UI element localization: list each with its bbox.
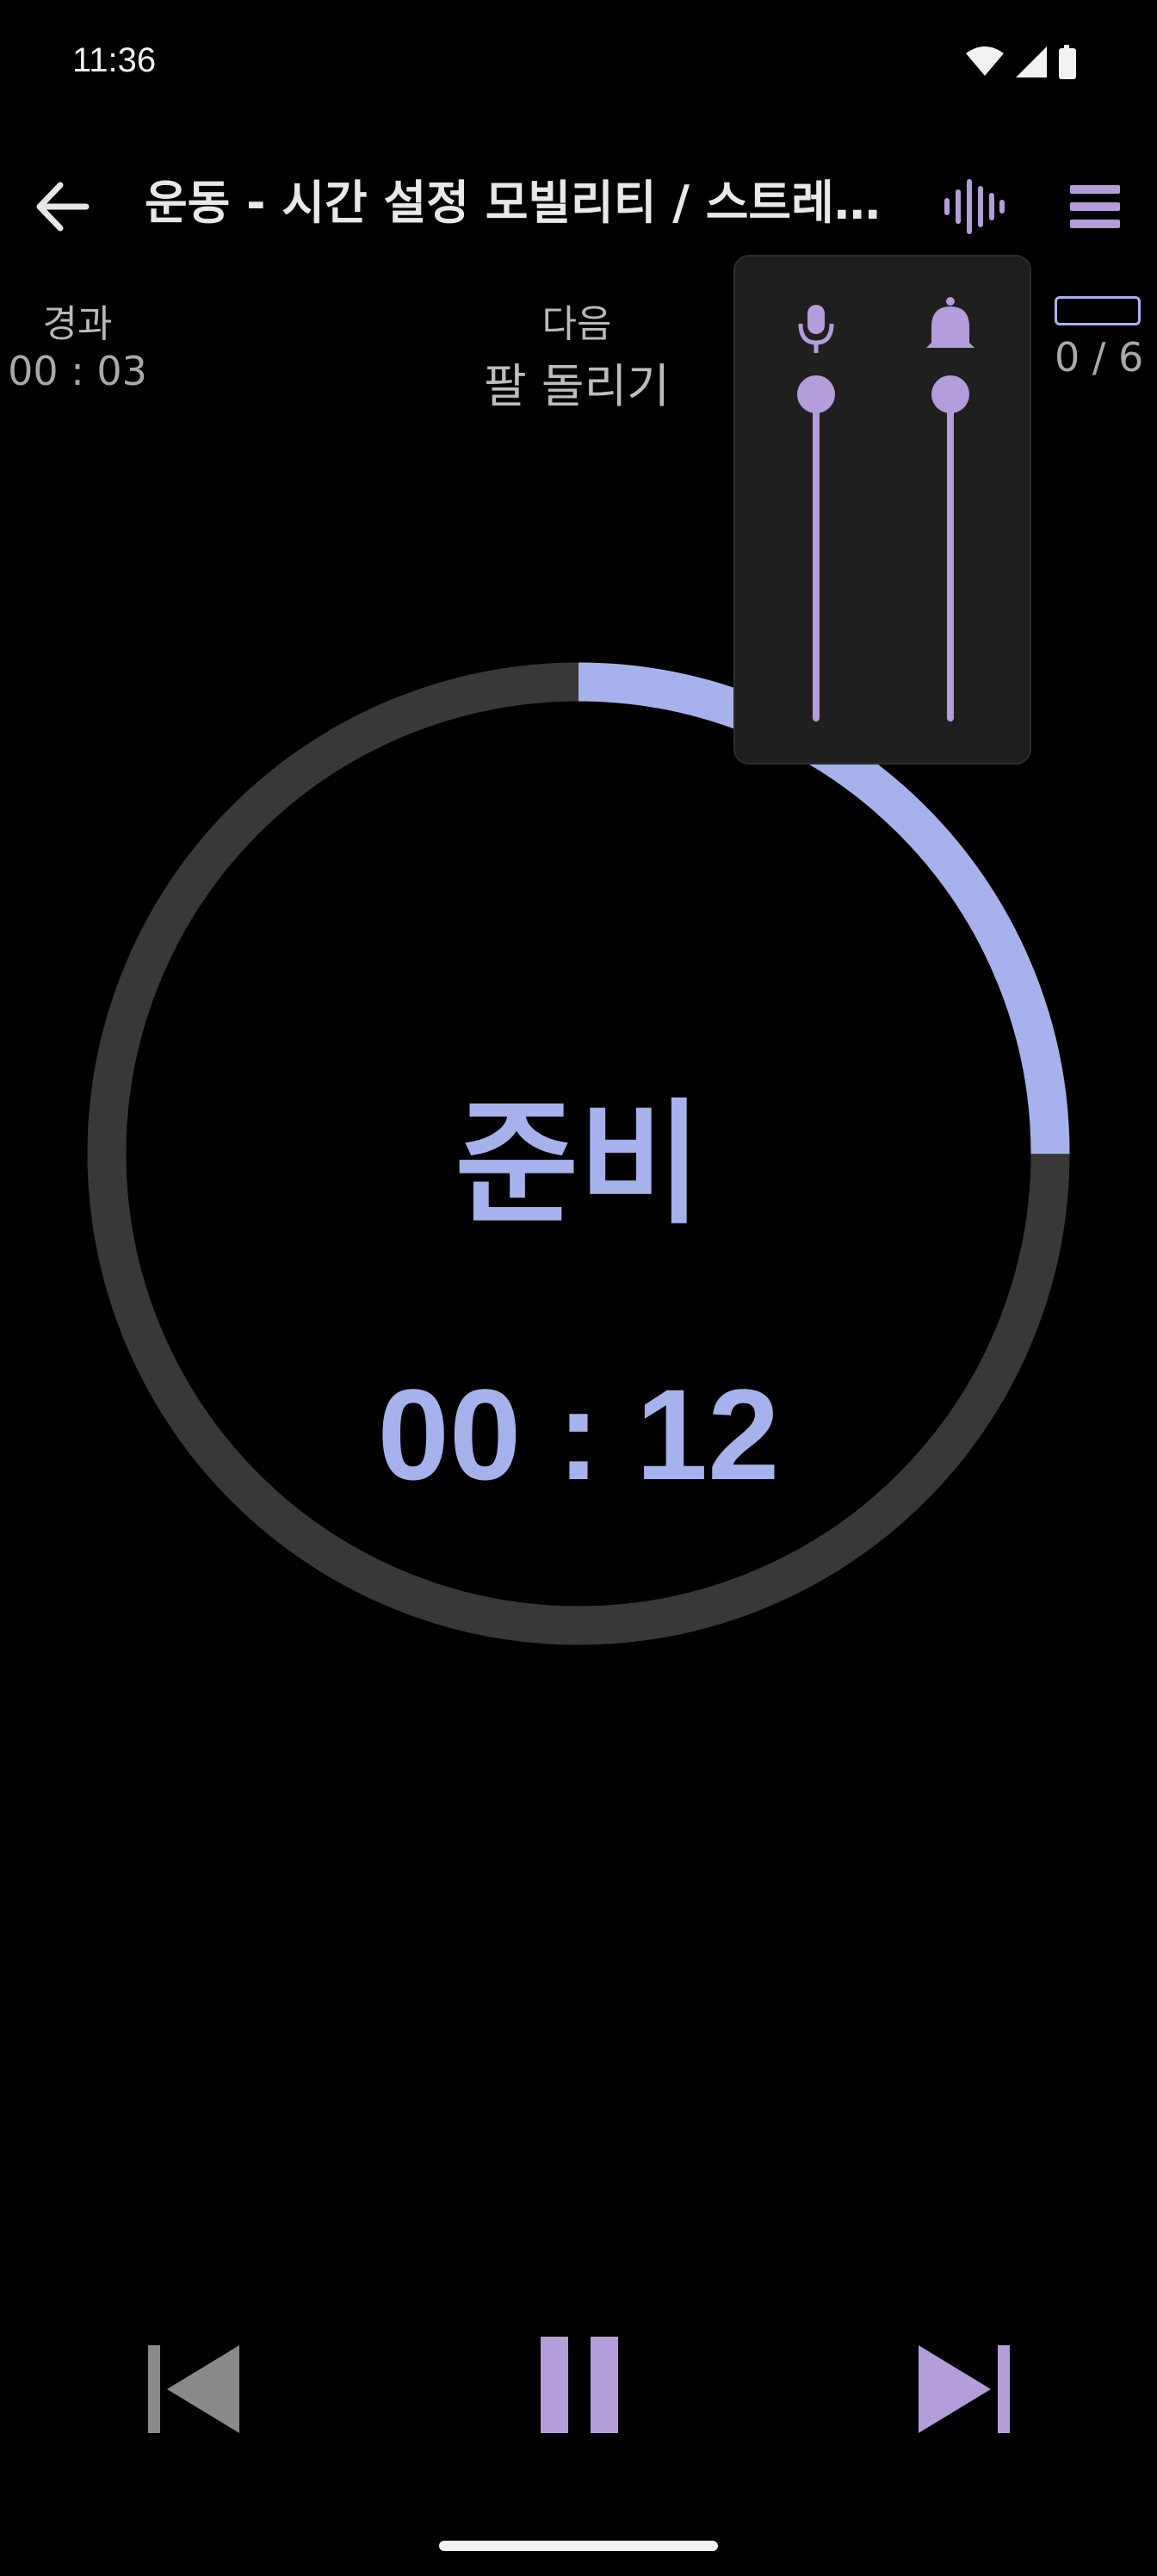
pause-button[interactable] [525, 2325, 633, 2445]
sound-settings-button[interactable] [934, 168, 1012, 245]
elapsed-value: 00 : 03 [8, 348, 147, 394]
voice-volume-slider[interactable] [797, 305, 835, 721]
home-indicator[interactable] [439, 2541, 718, 2551]
back-button[interactable] [26, 168, 103, 245]
pause-icon [541, 2337, 618, 2433]
next-exercise-name: 팔 돌리기 [484, 359, 670, 413]
status-time: 11:36 [72, 41, 157, 79]
bell-icon [926, 297, 974, 348]
elapsed-label: 경과 [42, 302, 113, 346]
previous-button[interactable] [138, 2333, 250, 2445]
voice-volume-track [813, 394, 820, 721]
skip-previous-icon [148, 2345, 239, 2433]
voice-volume-thumb[interactable] [797, 375, 835, 413]
menu-button[interactable] [1055, 168, 1136, 245]
mic-icon [798, 305, 834, 353]
bell-volume-thumb[interactable] [931, 375, 969, 413]
phase-label: 준비 [455, 1086, 702, 1242]
countdown-timer: 00 : 12 [377, 1362, 780, 1507]
bell-volume-track [947, 394, 954, 721]
workout-title: 운동 - 시간 설정 모빌리티 / 스트레칭... [145, 176, 902, 230]
set-progress-value: 0 / 6 [1055, 334, 1144, 381]
battery-icon [1059, 45, 1076, 79]
next-label: 다음 [541, 302, 612, 346]
skip-next-icon [919, 2345, 1010, 2433]
menu-icon [1070, 185, 1120, 228]
waveform-icon [944, 179, 1005, 234]
arrow-left-icon [36, 182, 90, 232]
wifi-icon [966, 46, 1004, 76]
volume-popup [733, 255, 1031, 765]
set-progress-section: 0 / 6 [1046, 293, 1157, 381]
signal-icon [1016, 46, 1047, 77]
status-icons [964, 41, 1085, 84]
next-button[interactable] [908, 2333, 1020, 2445]
elapsed-section: 경과 00 : 03 [0, 293, 155, 394]
bell-volume-slider[interactable] [926, 297, 974, 721]
next-exercise-section: 다음 팔 돌리기 [396, 293, 758, 416]
set-progress-bar [1055, 296, 1141, 325]
